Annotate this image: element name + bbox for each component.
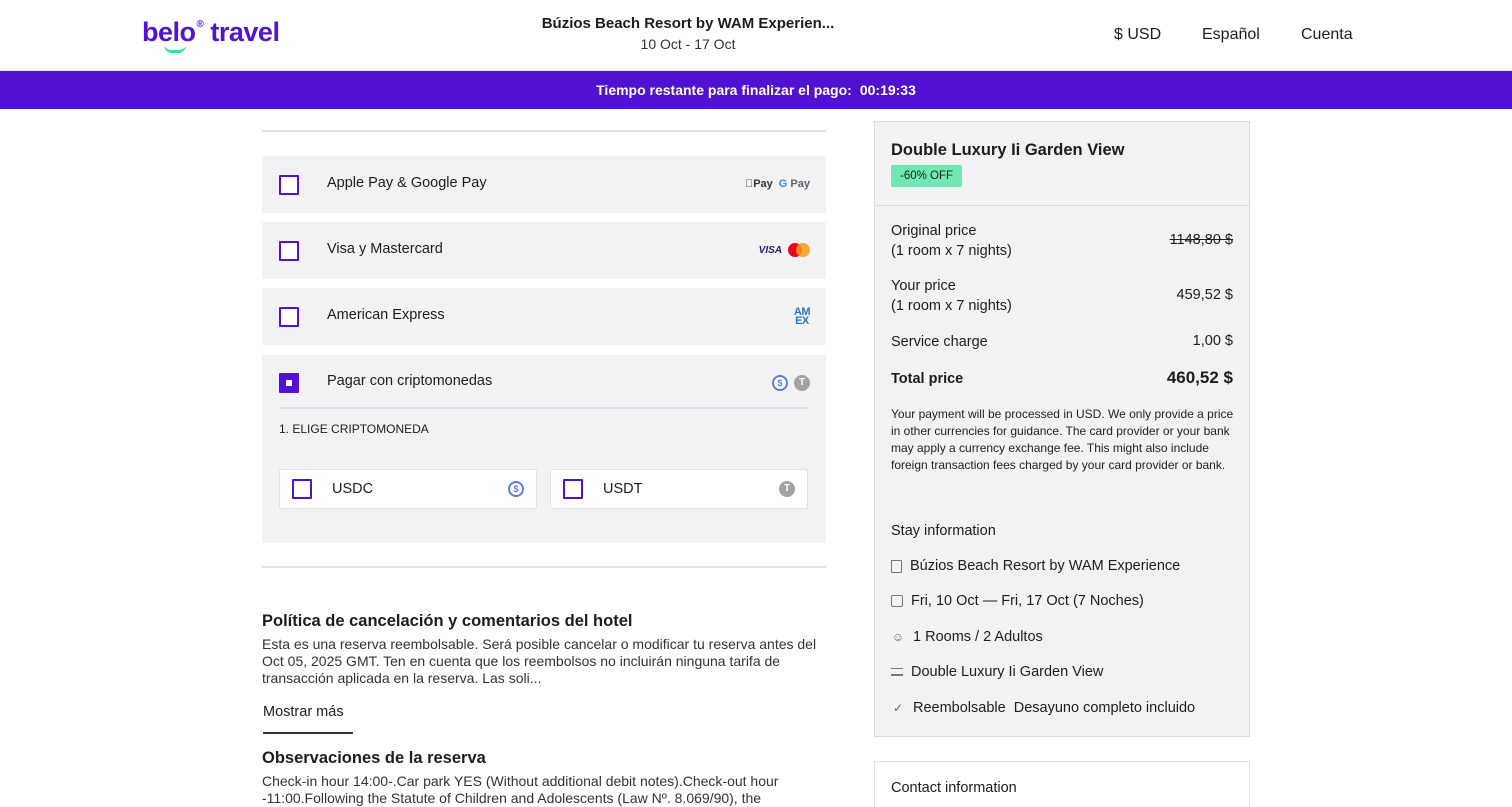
apple-pay-icon: Pay bbox=[745, 178, 773, 190]
payment-checkbox[interactable] bbox=[279, 241, 299, 261]
payment-timer-bar: Tiempo restante para finalizar el pago: 0… bbox=[0, 71, 1512, 109]
section-divider bbox=[262, 566, 826, 568]
mastercard-icon bbox=[788, 243, 810, 257]
crypto-checkbox[interactable] bbox=[292, 479, 312, 499]
bed-icon bbox=[891, 668, 903, 676]
cancellation-policy-text: Esta es una reserva reembolsable. Será p… bbox=[262, 636, 817, 686]
currency-note: Your payment will be processed in USD. W… bbox=[891, 407, 1234, 472]
stay-info-title: Stay information bbox=[891, 523, 996, 539]
payment-option-label: American Express bbox=[327, 307, 445, 323]
room-title: Double Luxury Ii Garden View bbox=[891, 141, 1125, 159]
service-charge-value: 1,00 $ bbox=[1192, 333, 1233, 349]
top-header: belo® travel Búzios Beach Resort by WAM … bbox=[0, 0, 1512, 71]
stay-hotel-text: Búzios Beach Resort by WAM Experience bbox=[910, 558, 1181, 574]
payment-option-label: Visa y Mastercard bbox=[327, 241, 443, 257]
section-divider bbox=[262, 130, 826, 132]
building-icon bbox=[891, 559, 902, 573]
total-price-value: 460,52 $ bbox=[1166, 368, 1233, 387]
contact-info-card: Contact information bbox=[874, 761, 1250, 807]
original-price-label: Original price (1 room x 7 nights) bbox=[891, 223, 1012, 259]
payment-brand-icons: Pay G Pay bbox=[745, 178, 810, 190]
show-more-link[interactable]: Mostrar más bbox=[263, 704, 353, 734]
stay-conditions: ✓ Reembolsable Desayuno completo incluid… bbox=[891, 700, 1195, 716]
stay-dates-text: Fri, 10 Oct — Fri, 17 Oct (7 Noches) bbox=[911, 593, 1144, 609]
stay-hotel: Búzios Beach Resort by WAM Experience bbox=[891, 558, 1180, 574]
crypto-checkbox[interactable] bbox=[563, 479, 583, 499]
account-menu[interactable]: Cuenta bbox=[1301, 26, 1353, 44]
payment-brand-icons: $ T bbox=[772, 375, 810, 391]
usdc-icon: $ bbox=[772, 375, 788, 391]
payment-checkbox[interactable] bbox=[279, 175, 299, 195]
stay-room-text: Double Luxury Ii Garden View bbox=[911, 664, 1104, 680]
payment-option-label: Pagar con criptomonedas bbox=[327, 373, 493, 389]
stay-conditions-text: Reembolsable Desayuno completo incluido bbox=[913, 700, 1196, 716]
crypto-option-usdt[interactable]: USDT T bbox=[550, 469, 808, 509]
reservation-notes-title: Observaciones de la reserva bbox=[262, 749, 486, 767]
logo-word-belo: belo bbox=[142, 17, 196, 47]
logo-registered-mark: ® bbox=[196, 19, 204, 30]
crypto-divider bbox=[279, 407, 809, 409]
crypto-option-label: USDT bbox=[603, 481, 643, 497]
stay-room: Double Luxury Ii Garden View bbox=[891, 664, 1103, 680]
booking-dates: 10 Oct - 17 Oct bbox=[640, 36, 736, 52]
currency-selector[interactable]: $ USD bbox=[1114, 26, 1161, 44]
crypto-option-label: USDC bbox=[332, 481, 374, 497]
stay-dates: Fri, 10 Oct — Fri, 17 Oct (7 Noches) bbox=[891, 593, 1144, 609]
total-price-label: Total price bbox=[891, 371, 964, 387]
original-price-value: 1148,80 $ bbox=[1169, 232, 1233, 248]
timer-label: Tiempo restante para finalizar el pago: bbox=[596, 82, 852, 98]
google-pay-icon: G Pay bbox=[778, 178, 810, 190]
usdt-icon: T bbox=[779, 481, 795, 497]
payment-brand-icons: AM EX bbox=[793, 306, 811, 327]
reservation-notes-text: Check-in hour 14:00-.Car park YES (Witho… bbox=[262, 773, 779, 806]
hotel-title: Búzios Beach Resort by WAM Experien... bbox=[541, 15, 835, 32]
contact-info-title: Contact information bbox=[891, 780, 1017, 796]
visa-icon: VISA bbox=[758, 244, 782, 256]
service-charge-label: Service charge bbox=[891, 334, 988, 350]
logo-smile-icon bbox=[164, 45, 186, 53]
payment-option-applepay-googlepay[interactable]: Apple Pay & Google Pay Pay G Pay bbox=[262, 156, 826, 213]
your-price-value: 459,52 $ bbox=[1176, 287, 1233, 303]
payment-brand-icons: VISA bbox=[759, 243, 810, 257]
payment-checkbox[interactable] bbox=[279, 307, 299, 327]
payment-option-label: Apple Pay & Google Pay bbox=[327, 175, 487, 191]
belo-travel-logo[interactable]: belo® travel bbox=[142, 17, 280, 53]
your-price-label: Your price (1 room x 7 nights) bbox=[891, 278, 1012, 314]
language-selector[interactable]: Español bbox=[1202, 26, 1260, 44]
discount-badge: -60% OFF bbox=[891, 165, 963, 187]
booking-header-info: Búzios Beach Resort by WAM Experien... 1… bbox=[488, 15, 888, 52]
timer-countdown: 00:19:33 bbox=[859, 82, 916, 98]
crypto-step-label: 1. ELIGE CRIPTOMONEDA bbox=[279, 422, 429, 436]
summary-header: Double Luxury Ii Garden View -60% OFF bbox=[875, 122, 1249, 206]
cancellation-policy-title: Política de cancelación y comentarios de… bbox=[262, 612, 633, 630]
crypto-option-usdc[interactable]: USDC $ bbox=[279, 469, 537, 509]
payment-checkbox-checked[interactable] bbox=[279, 373, 299, 393]
amex-icon: AM EX bbox=[793, 306, 811, 327]
calendar-icon bbox=[891, 595, 903, 607]
payment-option-amex[interactable]: American Express AM EX bbox=[262, 288, 826, 345]
payment-option-crypto[interactable]: Pagar con criptomonedas $ T 1. ELIGE CRI… bbox=[262, 355, 826, 543]
people-icon: ☺ bbox=[891, 630, 905, 644]
stay-guests-text: 1 Rooms / 2 Adultos bbox=[913, 629, 1043, 645]
price-summary-card: Double Luxury Ii Garden View -60% OFF Or… bbox=[874, 121, 1250, 737]
stay-guests: ☺ 1 Rooms / 2 Adultos bbox=[891, 629, 1043, 645]
usdt-icon: T bbox=[794, 375, 810, 391]
payment-option-visa-mastercard[interactable]: Visa y Mastercard VISA bbox=[262, 222, 826, 279]
logo-word-travel: travel bbox=[210, 17, 280, 47]
usdc-icon: $ bbox=[508, 481, 524, 497]
check-icon: ✓ bbox=[892, 701, 904, 715]
